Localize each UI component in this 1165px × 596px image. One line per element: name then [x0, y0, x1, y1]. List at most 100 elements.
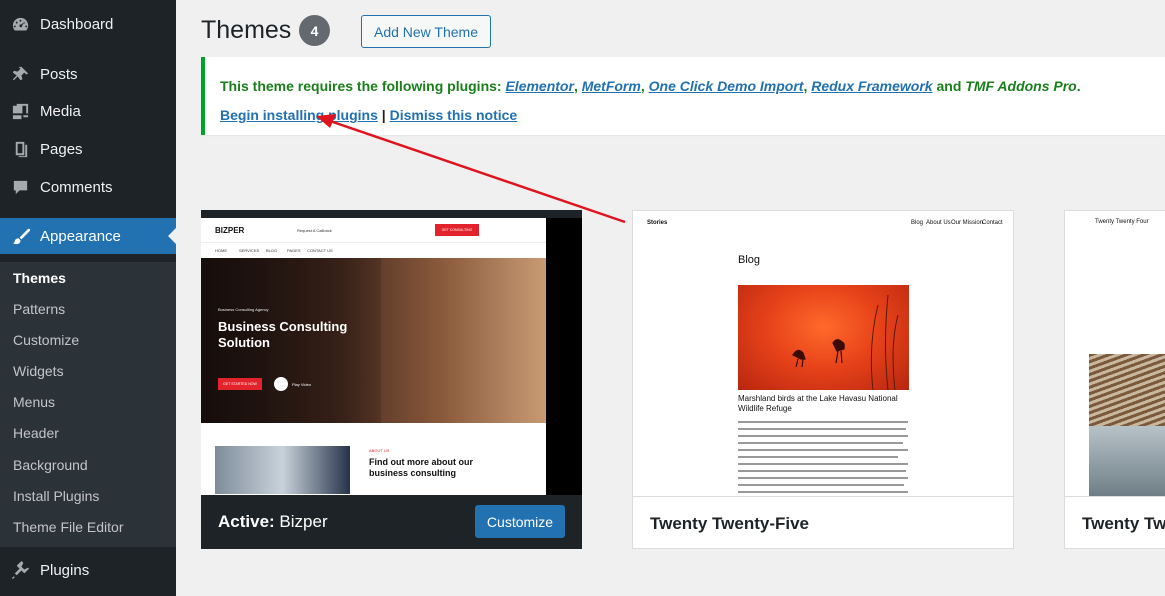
theme-name: Bizper	[279, 512, 328, 531]
pin-icon	[10, 64, 30, 84]
preview-header: BIZPER Request A Callback GET CONSULTING	[201, 218, 546, 242]
preview-cta-button: GET STARTED NOW	[218, 378, 262, 390]
plugin-link-elementor[interactable]: Elementor	[505, 78, 573, 94]
preview-nav-item: About Us	[926, 220, 951, 226]
preview-nav-item: Our Mission	[951, 220, 984, 226]
preview-request: Request A Callback	[297, 228, 332, 233]
preview-hero-tag: Business Consulting Agency	[218, 307, 269, 312]
sidebar-item-label: Comments	[40, 178, 113, 196]
preview-text-line	[738, 484, 904, 486]
sidebar-item-plugins[interactable]: Plugins	[0, 552, 176, 588]
theme-screenshot-bizper[interactable]: BIZPER Request A Callback GET CONSULTING…	[201, 210, 582, 495]
preview-play-label: Play Video	[292, 382, 312, 387]
theme-footer: Twenty Twenty-Five	[633, 496, 1013, 548]
sidebar-item-media[interactable]: Media	[0, 93, 176, 129]
notice-actions: Begin installing plugins | Dismiss this …	[220, 107, 517, 123]
theme-screenshot-twenty-twenty-four[interactable]: Twenty Twenty Four	[1065, 211, 1165, 496]
preview-caption: Marshland birds at the Lake Havasu Natio…	[738, 394, 898, 413]
preview-nav-item: Blog	[911, 220, 924, 226]
plugin-link-redux-framework[interactable]: Redux Framework	[811, 78, 932, 94]
preview-nav: HOME SERVICES BLOG PAGES CONTACT US	[201, 242, 546, 258]
dismiss-notice-link[interactable]: Dismiss this notice	[390, 107, 518, 123]
sidebar-item-label: Pages	[40, 140, 83, 158]
submenu-item-background[interactable]: Background	[13, 455, 88, 475]
dashboard-icon	[10, 14, 30, 34]
theme-name: Twenty Twenty-Five	[650, 514, 810, 533]
preview-text-line	[738, 456, 898, 458]
notice-and: and	[936, 78, 962, 94]
preview-about-title: Find out more about our business consult…	[369, 457, 473, 478]
sidebar-item-dashboard[interactable]: Dashboard	[0, 6, 176, 42]
bird-silhouette-icon	[792, 294, 899, 391]
active-label: Active:	[218, 512, 275, 531]
preview-text-line	[738, 449, 908, 451]
sidebar-item-label: Plugins	[40, 561, 90, 579]
add-new-theme-button[interactable]: Add New Theme	[361, 15, 491, 48]
submenu-item-theme-file-editor[interactable]: Theme File Editor	[13, 517, 123, 537]
submenu-item-install-plugins[interactable]: Install Plugins	[13, 486, 99, 506]
preview-about-image	[215, 446, 350, 494]
preview-text-line	[738, 463, 908, 465]
notice-separator: |	[381, 107, 386, 123]
preview-heading: Blog	[738, 254, 761, 266]
preview-nav-item: SERVICES	[239, 248, 260, 253]
preview-nav-item: PAGES	[287, 248, 301, 253]
submenu-item-customize[interactable]: Customize	[13, 330, 79, 350]
preview-hero: Business Consulting Agency Business Cons…	[201, 258, 546, 423]
theme-name: Twenty Twe	[1082, 514, 1165, 533]
preview-site-title: Twenty Twenty Four	[1095, 219, 1149, 225]
page-title: Themes	[201, 16, 292, 44]
theme-card-twenty-twenty-five[interactable]: Stories Blog About Us Our Mission Contac…	[632, 210, 1014, 549]
sidebar-item-posts[interactable]: Posts	[0, 56, 176, 92]
preview-text-line	[738, 428, 906, 430]
plugin-link-one-click-demo-import[interactable]: One Click Demo Import	[649, 78, 804, 94]
preview-text-line	[738, 435, 908, 437]
submenu-item-themes[interactable]: Themes	[13, 268, 66, 288]
submenu-item-widgets[interactable]: Widgets	[13, 361, 64, 381]
media-icon	[10, 101, 30, 121]
current-indicator	[168, 228, 176, 244]
sidebar-item-pages[interactable]: Pages	[0, 131, 176, 167]
preview-hero-title: Business Consulting Solution	[218, 319, 348, 350]
preview-nav-item: CONTACT US	[307, 248, 333, 253]
preview-text-line	[738, 491, 908, 493]
sidebar-item-appearance[interactable]: Appearance	[0, 218, 176, 254]
theme-card-active[interactable]: BIZPER Request A Callback GET CONSULTING…	[201, 210, 582, 549]
sidebar-item-comments[interactable]: Comments	[0, 169, 176, 205]
paintbrush-icon	[10, 226, 30, 246]
sidebar-item-label: Appearance	[40, 227, 121, 245]
preview-consult-button: GET CONSULTING	[435, 224, 479, 236]
appearance-submenu: Themes Patterns Customize Widgets Menus …	[0, 262, 176, 547]
play-icon	[274, 377, 288, 391]
preview-site-title: Stories	[647, 220, 668, 226]
preview-nav-item: BLOG	[266, 248, 278, 253]
admin-sidebar: Dashboard Posts Media Pages Comments App…	[0, 0, 176, 596]
customize-button[interactable]: Customize	[475, 505, 565, 538]
submenu-item-header[interactable]: Header	[13, 423, 59, 443]
begin-installing-plugins-link[interactable]: Begin installing plugins	[220, 107, 378, 123]
theme-footer: Active: Bizper Customize	[201, 495, 582, 549]
preview-building-image-lower	[1089, 426, 1165, 496]
preview-side-strip	[546, 218, 582, 495]
plugin-name-tmf-addons-pro: TMF Addons Pro	[965, 78, 1077, 94]
comments-icon	[10, 177, 30, 197]
preview-topbar	[201, 210, 582, 218]
notice-message: This theme requires the following plugin…	[220, 78, 1081, 94]
active-theme-name: Active: Bizper	[218, 512, 328, 532]
sidebar-item-label: Media	[40, 102, 81, 120]
plugin-link-metform[interactable]: MetForm	[582, 78, 641, 94]
plugin-icon	[10, 560, 30, 580]
sidebar-item-label: Dashboard	[40, 15, 114, 33]
submenu-item-patterns[interactable]: Patterns	[13, 299, 65, 319]
theme-screenshot-twenty-twenty-five[interactable]: Stories Blog About Us Our Mission Contac…	[633, 211, 1013, 496]
preview-text-line	[738, 421, 908, 423]
preview-text-line	[738, 470, 906, 472]
preview-about: ABOUT US Find out more about our busines…	[201, 423, 546, 495]
preview-nav-item: HOME	[215, 248, 227, 253]
notice-prefix: This theme requires the following plugin…	[220, 78, 502, 94]
preview-featured-image	[738, 285, 909, 391]
theme-footer: Twenty Twe	[1065, 496, 1165, 548]
submenu-item-menus[interactable]: Menus	[13, 392, 55, 412]
required-plugins-notice: This theme requires the following plugin…	[201, 57, 1165, 135]
theme-card-twenty-twenty-four[interactable]: Twenty Twenty Four Twenty Twe	[1064, 210, 1165, 549]
